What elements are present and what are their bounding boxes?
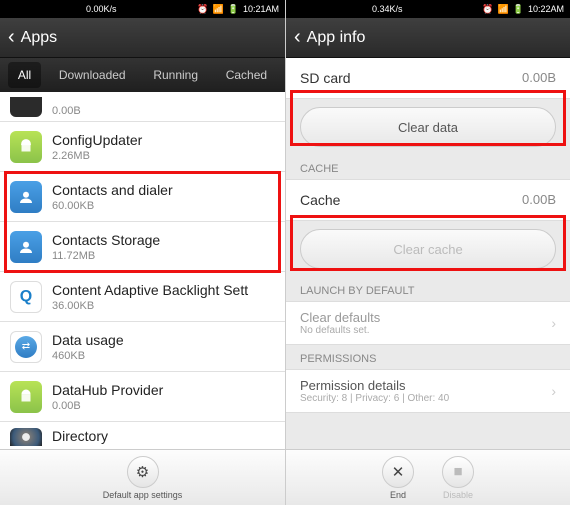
clock: 10:22AM [528,4,564,14]
clear-cache-button[interactable]: Clear cache [300,229,556,269]
battery-icon: 🔋 [228,4,239,15]
button-label: End [390,490,406,500]
app-name: Content Adaptive Backlight Sett [52,282,248,298]
page-title: App info [307,29,366,47]
app-name: Contacts and dialer [52,182,173,198]
back-icon[interactable]: ‹ [8,26,15,49]
list-item[interactable]: ConfigUpdater 2.26MB [0,122,285,172]
gear-icon: ⚙ [127,456,159,488]
permissions-section-label: PERMISSIONS [286,345,570,369]
signal-icon: 📶 [498,4,509,15]
data-icon: ⇄ [10,331,42,363]
sd-card-row: SD card 0.00B [286,58,570,99]
app-name: ConfigUpdater [52,132,142,148]
permission-details-row[interactable]: Permission details Security: 8 | Privacy… [286,369,570,413]
tab-all[interactable]: All [8,62,41,88]
clock-icon [10,97,42,117]
alarm-icon: ⏰ [197,4,208,15]
page-title: Apps [21,29,57,47]
alarm-icon: ⏰ [482,4,493,15]
list-item[interactable]: Q Content Adaptive Backlight Sett 36.00KB [0,272,285,322]
net-speed: 0.00K/s [86,4,117,14]
clock: 10:21AM [243,4,279,14]
tab-downloaded[interactable]: Downloaded [49,62,136,88]
close-icon: ✕ [382,456,414,488]
battery-icon: 🔋 [513,4,524,15]
cache-value: 0.00B [522,192,556,208]
app-name: Contacts Storage [52,232,160,248]
clear-defaults-row[interactable]: Clear defaults No defaults set. › [286,301,570,345]
launch-section-label: LAUNCH BY DEFAULT [286,277,570,301]
contact-icon [10,181,42,213]
perm-sub: Security: 8 | Privacy: 6 | Other: 40 [300,393,449,404]
bottom-bar: ⚙ Default app settings [0,449,285,505]
disc-icon [10,428,42,446]
tab-bar: All Downloaded Running Cached [0,58,285,92]
signal-icon: 📶 [213,4,224,15]
android-icon [10,131,42,163]
app-size: 0.00B [52,105,81,117]
stop-icon: ■ [442,456,474,488]
perm-title: Permission details [300,378,449,393]
back-icon[interactable]: ‹ [294,26,301,49]
tab-running[interactable]: Running [143,62,208,88]
app-name: Data usage [52,332,124,348]
disable-button[interactable]: ■ Disable [442,456,474,500]
list-item[interactable]: ⇄ Data usage 460KB [0,322,285,372]
list-item[interactable]: 0.00B [0,92,285,122]
net-speed: 0.34K/s [372,4,403,14]
cache-label: Cache [300,192,340,208]
button-label: Default app settings [103,490,183,500]
clear-defaults-label: Clear defaults [300,310,380,325]
sd-value: 0.00B [522,70,556,86]
button-label: Disable [443,490,473,500]
cache-row: Cache 0.00B [286,179,570,221]
app-size: 11.72MB [52,250,160,262]
clear-defaults-sub: No defaults set. [300,325,380,336]
detail-list[interactable]: SD card 0.00B Clear data CACHE Cache 0.0… [286,58,570,449]
bottom-bar: ✕ End ■ Disable [286,449,570,505]
app-size: 36.00KB [52,300,248,312]
status-bar: 0.34K/s ⏰ 📶 🔋 10:22AM [286,0,570,18]
cabl-icon: Q [10,281,42,313]
app-info-screen: 0.34K/s ⏰ 📶 🔋 10:22AM ‹ App info SD card… [285,0,570,505]
cache-section-label: CACHE [286,155,570,179]
end-button[interactable]: ✕ End [382,456,414,500]
app-name: DataHub Provider [52,382,163,398]
sd-label: SD card [300,70,351,86]
list-item[interactable]: Contacts and dialer 60.00KB [0,172,285,222]
app-size: 0.00B [52,400,163,412]
header: ‹ Apps [0,18,285,58]
app-size: 460KB [52,350,124,362]
default-app-settings-button[interactable]: ⚙ Default app settings [103,456,183,500]
chevron-right-icon: › [551,315,556,331]
list-item[interactable]: DataHub Provider 0.00B [0,372,285,422]
app-list[interactable]: 0.00B ConfigUpdater 2.26MB Contacts and d… [0,92,285,449]
list-item[interactable]: Contacts Storage 11.72MB [0,222,285,272]
app-size: 60.00KB [52,200,173,212]
chevron-right-icon: › [551,383,556,399]
android-icon [10,381,42,413]
clear-data-button[interactable]: Clear data [300,107,556,147]
tab-cached[interactable]: Cached [216,62,277,88]
app-size: 2.26MB [52,150,142,162]
header: ‹ App info [286,18,570,58]
contact-icon [10,231,42,263]
apps-screen: 0.00K/s ⏰ 📶 🔋 10:21AM ‹ Apps All Downloa… [0,0,285,505]
status-bar: 0.00K/s ⏰ 📶 🔋 10:21AM [0,0,285,18]
list-item[interactable]: Directory [0,422,285,449]
app-name: Directory [52,428,108,444]
